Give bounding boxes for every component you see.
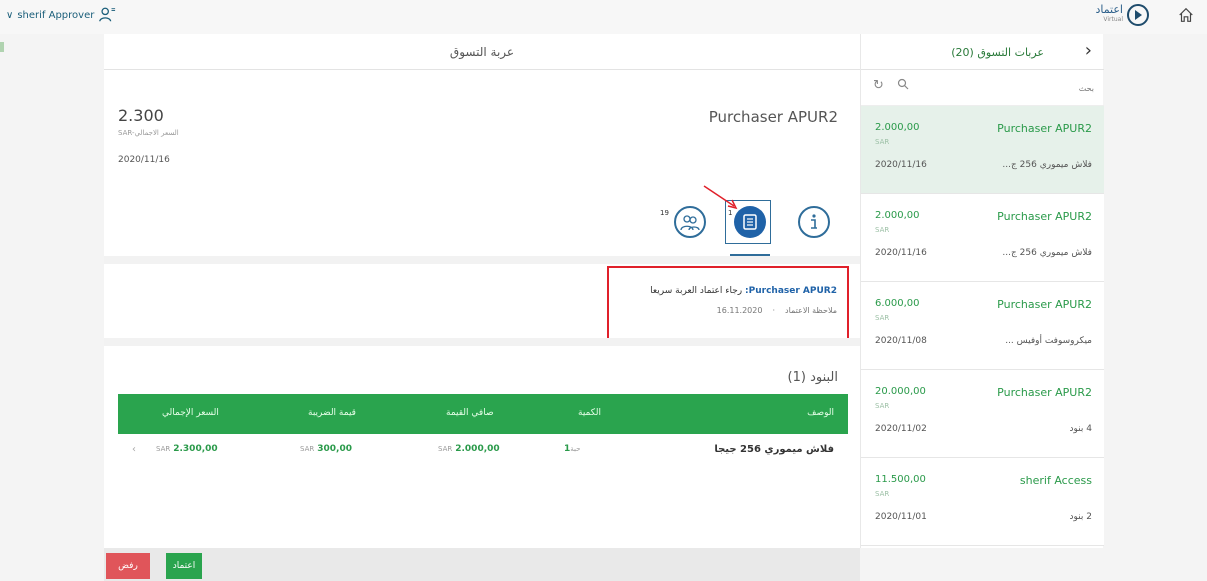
cart-date: 2020/11/16 [875, 160, 927, 170]
note-separator: · [772, 306, 775, 315]
table-row[interactable]: ‹ فلاش ميموري 256 جيجا حبة1 SAR 2.000,00 … [118, 434, 848, 466]
currency-label: SAR [156, 445, 171, 453]
currency-label: SAR [438, 445, 453, 453]
play-icon [1127, 4, 1149, 26]
items-table: الوصف الكمية صافي القيمة قيمة الضريبة ال… [118, 394, 848, 466]
approvers-count-badge: 19 [660, 209, 669, 217]
user-name: sherif Approver [17, 9, 95, 21]
cart-amount: 2.000,00 [875, 210, 920, 221]
cart-list-item[interactable]: 6.000,00 SAR 2020/11/08 Purchaser APUR2 … [861, 282, 1104, 370]
cart-requester: Purchaser APUR2 [997, 298, 1092, 311]
col-header-description: الوصف [807, 408, 834, 418]
people-icon [680, 215, 700, 231]
cart-amount: 20.000,00 [875, 386, 926, 397]
cart-requester: Purchaser APUR2 [997, 210, 1092, 223]
col-header-tax-value: قيمة الضريبة [308, 408, 356, 418]
cart-total-label: SAR-السعر الاجمالي [118, 129, 179, 137]
cart-list-item[interactable]: 2.000,00 SAR 2020/11/16 Purchaser APUR2 … [861, 194, 1104, 282]
cart-description: فلاش ميموري 256 ج... [1002, 160, 1092, 170]
annotation-arrow-icon [703, 185, 738, 210]
info-icon [811, 214, 817, 229]
item-unit: حبة [570, 445, 581, 453]
carts-list-header: عربات التسوق (20) › [861, 34, 1104, 70]
col-header-quantity: الكمية [578, 408, 601, 418]
cart-date: 2020/11/16 [875, 248, 927, 258]
home-icon[interactable] [1177, 6, 1195, 24]
cart-description: ميكروسوفت أوفيس ... [1005, 336, 1092, 346]
cart-currency: SAR [875, 314, 890, 322]
reject-button[interactable]: رفض [106, 553, 150, 579]
cart-date: 2020/11/08 [875, 336, 927, 346]
note-date: 16.11.2020 [716, 306, 763, 315]
cart-currency: SAR [875, 490, 890, 498]
brand-subtitle: Virtual [1103, 16, 1123, 23]
cart-list-item[interactable]: 2.000,00 SAR 2020/11/16 Purchaser APUR2 … [861, 106, 1104, 194]
search-bar: ↻ [861, 70, 1104, 106]
action-bar: رفض اعتماد [104, 548, 860, 581]
cart-currency: SAR [875, 402, 890, 410]
cart-currency: SAR [875, 138, 890, 146]
item-tax-value-cell: SAR 300,00 [300, 444, 352, 454]
search-icon[interactable] [897, 78, 909, 90]
cart-amount: 2.000,00 [875, 122, 920, 133]
cart-date: 2020/11/01 [875, 512, 927, 522]
item-net-value: 2.000,00 [455, 444, 500, 454]
cart-list-item[interactable]: 11.500,00 SAR 2020/11/01 sherif Access 2… [861, 458, 1104, 546]
col-header-net-value: صافي القيمة [446, 408, 494, 418]
currency-label: SAR [300, 445, 315, 453]
search-input[interactable] [954, 80, 1094, 96]
items-heading: البنود (1) [787, 370, 839, 385]
col-header-total-price: السعر الإجمالي [162, 408, 219, 418]
purchaser-name: Purchaser APUR2 [708, 108, 838, 126]
item-quantity-cell: حبة1 [564, 444, 583, 454]
cart-requester: Purchaser APUR2 [997, 386, 1092, 399]
chevron-left-icon[interactable]: ‹ [132, 444, 136, 455]
item-net-value-cell: SAR 2.000,00 [438, 444, 500, 454]
cart-date: 2020/11/02 [875, 424, 927, 434]
note-author: Purchaser APUR2: [745, 286, 837, 296]
item-description: فلاش ميموري 256 جيجا [714, 444, 834, 455]
section-divider [104, 338, 860, 346]
document-icon [743, 214, 757, 230]
cart-description: 2 بنود [1069, 512, 1092, 522]
note-text: رجاء اعتماد العربة سريعا [650, 286, 743, 296]
cart-description: فلاش ميموري 256 ج... [1002, 248, 1092, 258]
chevron-right-icon[interactable]: › [1085, 40, 1092, 61]
brand-text: اعتماد Virtual [1095, 4, 1123, 25]
item-total-price-cell: SAR 2.300,00 [156, 444, 218, 454]
cart-description: 4 بنود [1069, 424, 1092, 434]
cart-date: 2020/11/16 [118, 155, 170, 165]
cart-detail-panel: عربة التسوق 2.300 SAR-السعر الاجمالي 202… [104, 34, 860, 548]
approval-note-card: Purchaser APUR2: رجاء اعتماد العربة سريع… [607, 266, 849, 340]
note-meta: ملاحظة الاعتماد · 16.11.2020 [717, 306, 837, 315]
user-icon [99, 7, 116, 22]
cart-requester: Purchaser APUR2 [997, 122, 1092, 135]
cart-total-value: 2.300 [118, 106, 164, 125]
panel-title: عربة التسوق [104, 34, 860, 70]
chevron-down-icon: ∨ [6, 9, 14, 21]
user-menu[interactable]: ∨ sherif Approver [6, 6, 116, 24]
item-tax-value: 300,00 [317, 444, 352, 454]
note-text-line: Purchaser APUR2: رجاء اعتماد العربة سريع… [650, 286, 837, 296]
carts-list-title: عربات التسوق (20) [951, 46, 1044, 59]
side-indicator [0, 42, 4, 52]
cart-list-item[interactable]: 20.000,00 SAR 2020/11/02 Purchaser APUR2… [861, 370, 1104, 458]
carts-list-panel: عربات التسوق (20) › ↻ 2.000,00 SAR 2020/… [860, 34, 1104, 548]
approve-button[interactable]: اعتماد [166, 553, 202, 579]
refresh-icon[interactable]: ↻ [873, 78, 884, 93]
note-label: ملاحظة الاعتماد [785, 306, 837, 315]
cart-amount: 6.000,00 [875, 298, 920, 309]
cart-requester: sherif Access [1019, 474, 1092, 487]
top-bar: ∨ sherif Approver اعتماد Virtual [0, 0, 1207, 34]
cart-currency: SAR [875, 226, 890, 234]
section-divider [104, 256, 860, 264]
cart-amount: 11.500,00 [875, 474, 926, 485]
app-brand[interactable]: اعتماد Virtual [1095, 4, 1149, 26]
info-tab[interactable] [798, 206, 830, 238]
table-header: الوصف الكمية صافي القيمة قيمة الضريبة ال… [118, 394, 848, 434]
item-total-price: 2.300,00 [173, 444, 218, 454]
